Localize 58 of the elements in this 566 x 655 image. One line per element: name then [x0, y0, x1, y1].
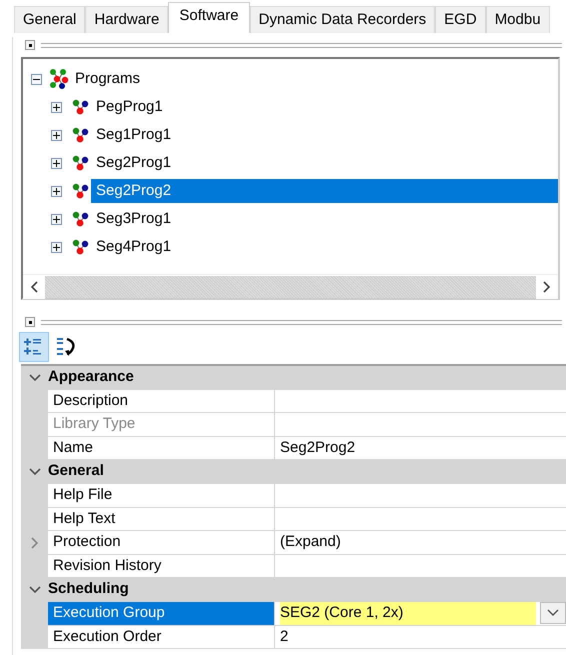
property-value-cell[interactable]: [275, 413, 566, 437]
property-value-cell[interactable]: SEG2 (Core 1, 2x): [275, 602, 566, 626]
property-name[interactable]: Help File: [48, 484, 275, 508]
property-name[interactable]: Execution Group: [48, 602, 275, 626]
property-value[interactable]: Seg2Prog2: [280, 436, 356, 460]
expand-icon[interactable]: [51, 214, 62, 224]
tab[interactable]: General: [14, 6, 86, 33]
property-name[interactable]: Help Text: [48, 508, 275, 532]
expand-icon[interactable]: [51, 186, 62, 196]
tab[interactable]: Modbu: [486, 6, 550, 33]
property-value[interactable]: (Expand): [280, 531, 341, 554]
property-value-cell[interactable]: (Expand): [275, 531, 566, 555]
expand-icon[interactable]: [51, 130, 62, 140]
tab[interactable]: EGD: [435, 6, 486, 33]
program-icon: [71, 154, 91, 172]
property-value-cell[interactable]: [275, 554, 566, 578]
chevron-down-icon: [547, 608, 559, 617]
program-icon: [71, 182, 91, 200]
program-icon: [71, 98, 91, 116]
expand-icon[interactable]: [51, 158, 62, 168]
expand-icon[interactable]: [51, 242, 62, 252]
property-value-cell[interactable]: [275, 484, 566, 508]
splitter-toggle[interactable]: [25, 317, 35, 327]
dropdown-button[interactable]: [540, 602, 566, 624]
program-icon: [71, 238, 91, 256]
tree-item[interactable]: Seg1Prog1: [91, 123, 176, 147]
tab[interactable]: Hardware: [85, 6, 168, 33]
property-name[interactable]: Protection: [48, 531, 275, 555]
property-value-cell[interactable]: 2: [275, 626, 566, 650]
category-header[interactable]: Appearance: [48, 366, 566, 390]
property-value[interactable]: SEG2 (Core 1, 2x): [280, 602, 536, 625]
property-value[interactable]: 2: [280, 626, 288, 648]
sort-icon: [55, 336, 77, 358]
categorized-view-button[interactable]: [19, 332, 49, 362]
tab[interactable]: Software: [168, 2, 250, 33]
program-icon: [71, 126, 91, 144]
category-header[interactable]: Scheduling: [48, 578, 566, 602]
programs-icon: [48, 68, 70, 90]
tree-item[interactable]: Seg3Prog1: [91, 207, 176, 231]
tree-item[interactable]: PegProg1: [91, 95, 168, 119]
horizontal-scrollbar[interactable]: [23, 274, 558, 298]
property-name[interactable]: Revision History: [48, 554, 275, 578]
property-name[interactable]: Description: [48, 390, 275, 414]
tree-item[interactable]: Programs: [70, 67, 146, 91]
tree-item[interactable]: Seg2Prog1: [91, 151, 176, 175]
collapse-icon[interactable]: [31, 74, 42, 84]
property-value-cell[interactable]: Seg2Prog2: [275, 436, 566, 460]
property-value-cell[interactable]: [275, 508, 566, 532]
category-header[interactable]: General: [48, 460, 566, 484]
tree-item[interactable]: Seg2Prog2: [91, 179, 558, 203]
tree-item[interactable]: Seg4Prog1: [91, 235, 176, 259]
program-icon: [71, 210, 91, 228]
expand-icon[interactable]: [51, 102, 62, 112]
property-name[interactable]: Name: [48, 436, 275, 460]
tab[interactable]: Dynamic Data Recorders: [250, 6, 436, 33]
property-name[interactable]: Execution Order: [48, 626, 275, 650]
property-value-cell[interactable]: [275, 390, 566, 414]
splitter-toggle[interactable]: [25, 40, 35, 50]
